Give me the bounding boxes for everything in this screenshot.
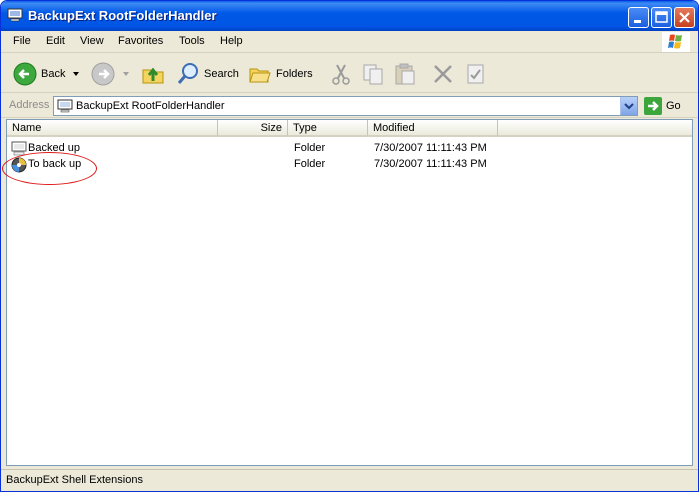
back-arrow-icon <box>13 62 37 86</box>
up-folder-icon <box>142 67 164 84</box>
back-button[interactable]: Back <box>13 61 83 87</box>
windows-logo-icon <box>662 32 690 52</box>
delete-icon <box>434 65 452 83</box>
chevron-down-icon <box>624 103 634 110</box>
search-icon <box>177 63 198 84</box>
paste-button[interactable] <box>393 61 417 87</box>
search-label: Search <box>204 68 239 80</box>
go-arrow-icon <box>644 97 662 115</box>
column-header-modified[interactable]: Modified <box>368 120 498 137</box>
file-modified: 7/30/2007 11:11:43 PM <box>374 158 487 170</box>
address-label: Address <box>9 99 50 111</box>
forward-button[interactable] <box>91 61 133 87</box>
menu-bar: File Edit View Favorites Tools Help <box>1 31 698 53</box>
address-bar: Address BackupExt RootFolderHandler Go <box>1 94 698 118</box>
menu-tools[interactable]: Tools <box>179 35 205 47</box>
file-name: To back up <box>28 158 82 170</box>
minimize-icon <box>634 20 641 23</box>
cut-button[interactable] <box>329 61 353 87</box>
file-list: Name Size Type Modified Backed up Folder… <box>6 119 693 466</box>
computer-icon <box>11 141 27 156</box>
forward-arrow-icon <box>91 62 115 86</box>
column-header-type[interactable]: Type <box>288 120 368 137</box>
forward-dropdown-icon[interactable] <box>121 69 133 79</box>
go-label: Go <box>666 100 681 112</box>
menu-help[interactable]: Help <box>220 35 243 47</box>
menu-favorites[interactable]: Favorites <box>118 35 163 47</box>
menu-edit[interactable]: Edit <box>46 35 65 47</box>
computer-icon <box>7 8 23 22</box>
address-value: BackupExt RootFolderHandler <box>76 100 225 112</box>
status-bar: BackupExt Shell Extensions <box>1 469 698 491</box>
copy-button[interactable] <box>361 61 385 87</box>
maximize-button[interactable] <box>651 7 672 28</box>
column-header-name[interactable]: Name <box>7 120 218 137</box>
maximize-icon <box>655 11 668 23</box>
status-text: BackupExt Shell Extensions <box>6 474 143 486</box>
column-header-filler <box>498 120 692 137</box>
column-header-size[interactable]: Size <box>218 120 288 137</box>
address-input[interactable]: BackupExt RootFolderHandler <box>53 96 638 116</box>
file-modified: 7/30/2007 11:11:43 PM <box>374 142 487 154</box>
computer-icon <box>57 99 73 113</box>
properties-button[interactable] <box>464 61 488 87</box>
close-icon <box>679 12 690 23</box>
table-row[interactable]: Backed up Folder 7/30/2007 11:11:43 PM <box>7 141 692 157</box>
paste-icon <box>395 63 415 85</box>
delete-button[interactable] <box>431 61 455 87</box>
properties-icon <box>467 64 484 84</box>
cut-icon <box>332 64 350 85</box>
file-type: Folder <box>294 142 326 154</box>
go-button[interactable]: Go <box>644 97 681 115</box>
up-folder-button[interactable] <box>141 61 165 87</box>
folders-icon <box>249 68 271 83</box>
minimize-button[interactable] <box>628 7 649 28</box>
file-type: Folder <box>294 158 326 170</box>
title-bar: BackupExt RootFolderHandler <box>1 1 698 31</box>
menu-view[interactable]: View <box>80 35 104 47</box>
menu-file[interactable]: File <box>13 35 31 47</box>
toolbar: Back Search Folders <box>1 54 698 93</box>
backup-disc-icon <box>11 157 27 173</box>
window-title: BackupExt RootFolderHandler <box>28 8 217 23</box>
back-label: Back <box>41 68 66 80</box>
address-dropdown-button[interactable] <box>620 97 637 115</box>
search-button[interactable]: Search <box>176 61 239 87</box>
copy-icon <box>363 64 383 85</box>
back-dropdown-icon[interactable] <box>71 69 83 79</box>
close-button[interactable] <box>674 7 695 28</box>
file-name: Backed up <box>28 142 80 154</box>
folders-button[interactable]: Folders <box>248 61 313 87</box>
folders-label: Folders <box>276 68 313 80</box>
table-row[interactable]: To back up Folder 7/30/2007 11:11:43 PM <box>7 157 692 173</box>
explorer-window: BackupExt RootFolderHandler File Edit Vi… <box>0 0 699 492</box>
